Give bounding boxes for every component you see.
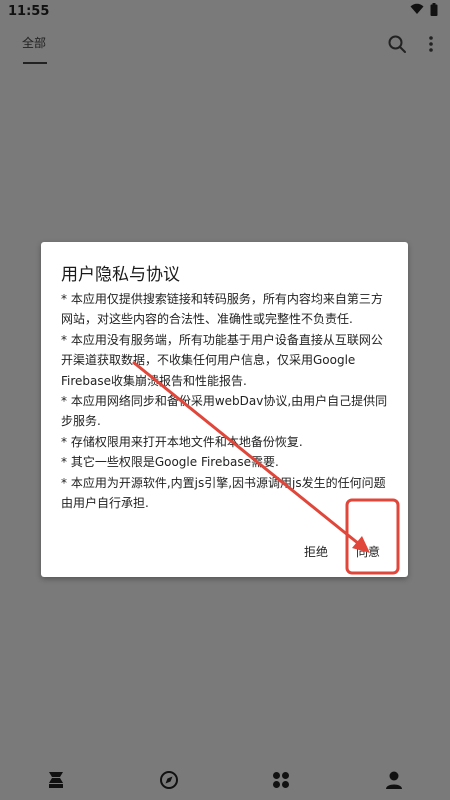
dialog-paragraph: * 本应用没有服务端，所有功能基于用户设备直接从互联网公开渠道获取数据，不收集任… <box>61 332 383 388</box>
dialog-title: 用户隐私与协议 <box>61 265 180 285</box>
screen: 11:55 全部 用户隐私与协议 * 本应用仅提供搜索链接和转码服务，所有内容均… <box>0 0 450 800</box>
dialog-paragraph: * 存储权限用来打开本地文件和本地备份恢复. <box>61 434 303 449</box>
top-app-bar: 全部 <box>0 22 450 68</box>
search-icon[interactable] <box>386 33 408 55</box>
tab-all[interactable]: 全部 <box>22 34 46 51</box>
more-vert-icon[interactable] <box>422 33 440 55</box>
reject-button[interactable]: 拒绝 <box>304 543 328 560</box>
tab-indicator <box>23 62 47 64</box>
bookshelf-icon[interactable] <box>44 768 68 792</box>
dialog-paragraph: * 本应用仅提供搜索链接和转码服务，所有内容均来自第三方网站，对这些内容的合法性… <box>61 292 383 327</box>
explore-icon[interactable] <box>157 768 181 792</box>
bottom-navigation <box>0 760 450 800</box>
dialog-body: * 本应用仅提供搜索链接和转码服务，所有内容均来自第三方网站，对这些内容的合法性… <box>61 289 391 513</box>
status-bar: 11:55 <box>0 0 450 22</box>
profile-icon[interactable] <box>382 768 406 792</box>
rss-icon[interactable] <box>269 768 293 792</box>
status-icons <box>410 2 438 20</box>
agree-button[interactable]: 同意 <box>356 543 380 560</box>
dialog-paragraph: * 其它一些权限是Google Firebase需要. <box>61 455 279 470</box>
dialog-paragraph: * 本应用网络同步和备份采用webDav协议,由用户自己提供同步服务. <box>61 394 388 429</box>
battery-icon <box>430 2 438 20</box>
privacy-dialog: 用户隐私与协议 * 本应用仅提供搜索链接和转码服务，所有内容均来自第三方网站，对… <box>41 242 408 577</box>
status-time: 11:55 <box>8 3 50 19</box>
wifi-icon <box>410 3 424 19</box>
dialog-paragraph: * 本应用为开源软件,内置js引擎,因书源调用js发生的任何问题由用户自行承担. <box>61 475 386 511</box>
